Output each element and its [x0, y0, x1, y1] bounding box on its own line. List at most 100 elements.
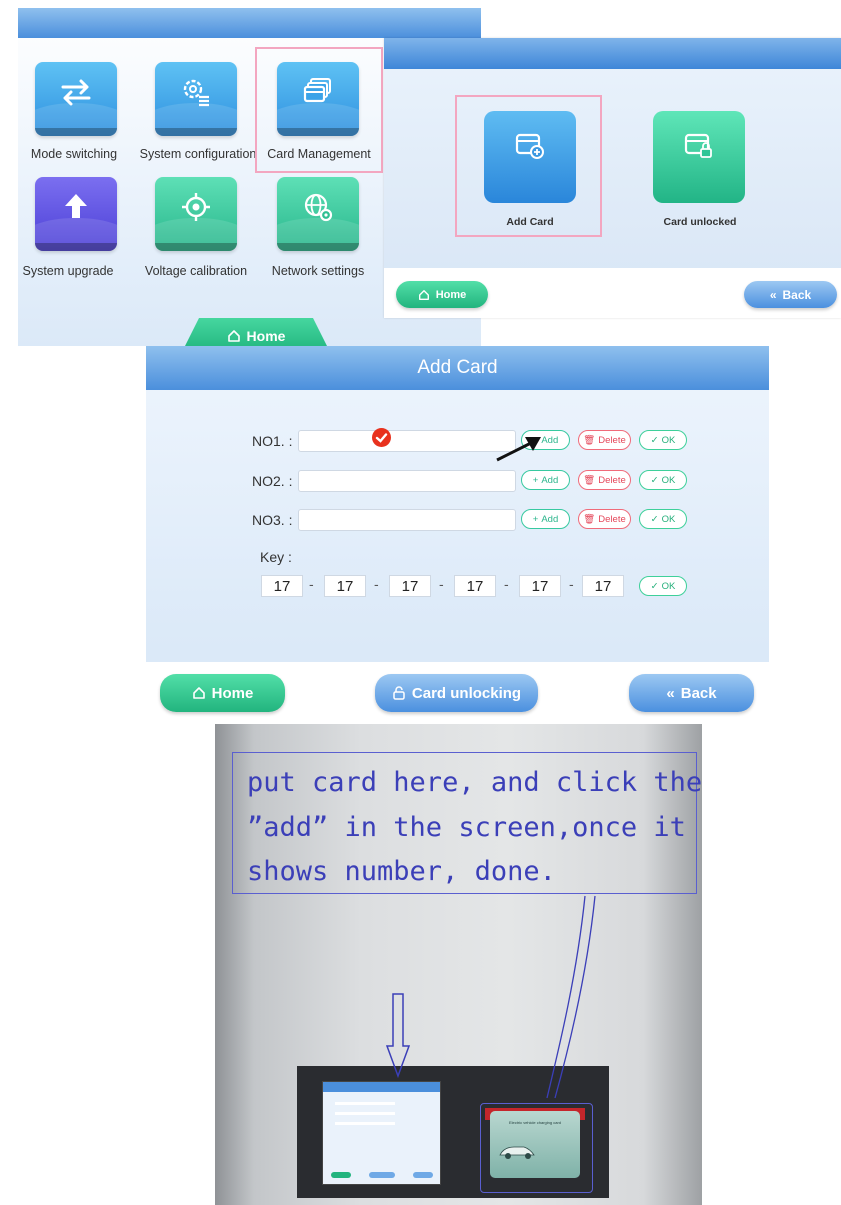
system-upgrade-label: System upgrade [22, 264, 114, 278]
back-button-label: Back [680, 684, 717, 702]
ok-button-no3[interactable]: ✓ OK [639, 509, 687, 529]
card-management-header [384, 38, 841, 69]
pointer-arrow-icon [496, 437, 541, 462]
globe-gear-icon [304, 193, 333, 221]
mode-switching-tile[interactable] [35, 62, 117, 136]
card-number-field-no3[interactable] [298, 509, 516, 531]
swap-arrows-icon [61, 79, 91, 106]
key-field-6[interactable]: 17 [582, 575, 624, 597]
card-management-label: Card Management [267, 147, 371, 161]
key-ok-button[interactable]: ✓ OK [639, 576, 687, 596]
home-button-label: Home [435, 288, 467, 301]
page-title: Add Card [417, 357, 498, 378]
add-card-header: Add Card [146, 346, 769, 390]
card-add-icon [515, 133, 544, 159]
key-separator: - [309, 576, 314, 592]
key-field-4[interactable]: 17 [454, 575, 496, 597]
key-field-3[interactable]: 17 [389, 575, 431, 597]
delete-button-label: Delete [598, 513, 626, 525]
system-configuration-tile[interactable] [155, 62, 237, 136]
card-unlocking-label: Card unlocking [411, 684, 522, 702]
upload-arrow-icon [65, 193, 87, 218]
delete-button-label: Delete [598, 474, 626, 486]
network-settings-tile[interactable] [277, 177, 359, 251]
card-number-field-no2[interactable] [298, 470, 516, 492]
key-field-1[interactable]: 17 [261, 575, 303, 597]
plus-icon: + [532, 474, 539, 486]
gear-list-icon [183, 79, 209, 106]
check-icon: ✓ [650, 580, 659, 592]
card-number-field-no1[interactable] [298, 430, 516, 452]
row-label-no1: NO1. : [252, 433, 293, 449]
pointer-line-icon [546, 895, 596, 1099]
key-separator: - [374, 576, 379, 592]
card-management-tile[interactable] [277, 62, 359, 136]
note-line-1: put card here, and click the [247, 767, 703, 798]
target-icon [182, 192, 210, 221]
unlock-icon [393, 686, 405, 700]
down-arrow-icon [385, 993, 411, 1079]
plus-icon: + [532, 513, 539, 525]
system-configuration-label: System configuration [139, 147, 257, 161]
card-lock-icon [684, 133, 712, 158]
row-label-no2: NO2. : [252, 473, 293, 489]
note-line-3: shows number, done. [247, 856, 556, 887]
ok-button-no1[interactable]: ✓ OK [639, 430, 687, 450]
note-line-2: ”add” in the screen,once it [247, 812, 686, 843]
row-label-no3: NO3. : [252, 512, 293, 528]
card-unlocked-tile[interactable] [653, 111, 745, 203]
key-separator: - [504, 576, 509, 592]
home-button-label: Home [246, 328, 286, 344]
check-icon: ✓ [650, 434, 659, 446]
key-field-2[interactable]: 17 [324, 575, 366, 597]
home-button[interactable]: Home [181, 318, 331, 346]
home-button[interactable]: Home [396, 281, 488, 308]
check-icon: ✓ [650, 474, 659, 486]
add-card-screen: Add Card NO1. : +Add 🗑Delete ✓OK NO2. : … [146, 346, 769, 724]
delete-button-no2[interactable]: 🗑 Delete [578, 470, 631, 490]
delete-button-label: Delete [598, 434, 626, 446]
ok-button-label: OK [661, 513, 676, 525]
card-management-screen: Add Card Card unlocked Home « Back [384, 38, 841, 318]
mode-switching-label: Mode switching [30, 147, 118, 161]
key-label: Key : [260, 549, 292, 565]
trash-icon: 🗑 [583, 474, 596, 486]
add-button-label: Add [541, 474, 559, 486]
back-button[interactable]: « Back [744, 281, 837, 308]
ok-button-label: OK [661, 580, 676, 592]
voltage-calibration-tile[interactable] [155, 177, 237, 251]
double-chevron-left-icon: « [666, 684, 675, 702]
main-menu-header [18, 8, 481, 38]
checkmark-badge-icon [372, 428, 391, 447]
ok-button-label: OK [661, 434, 676, 446]
check-icon: ✓ [650, 513, 659, 525]
home-icon [227, 330, 240, 342]
back-button-label: Back [782, 287, 812, 302]
delete-button-no3[interactable]: 🗑 Delete [578, 509, 631, 529]
home-icon [418, 289, 429, 300]
trash-icon: 🗑 [583, 434, 596, 446]
home-icon [192, 687, 205, 699]
key-separator: - [439, 576, 444, 592]
trash-icon: 🗑 [583, 513, 596, 525]
checkmark-icon [375, 433, 388, 443]
add-button-label: Add [541, 513, 559, 525]
back-button[interactable]: « Back [629, 674, 754, 712]
card-unlocked-label: Card unlocked [663, 216, 737, 228]
ok-button-no2[interactable]: ✓ OK [639, 470, 687, 490]
instruction-note: put card here, and click the ”add” in th… [232, 752, 702, 894]
delete-button-no1[interactable]: 🗑 Delete [578, 430, 631, 450]
add-card-tile[interactable] [484, 111, 576, 203]
system-upgrade-tile[interactable] [35, 177, 117, 251]
network-settings-label: Network settings [271, 264, 365, 278]
key-field-5[interactable]: 17 [519, 575, 561, 597]
double-chevron-left-icon: « [769, 287, 777, 302]
cards-icon [303, 77, 331, 102]
home-button[interactable]: Home [160, 674, 285, 712]
key-separator: - [569, 576, 574, 592]
home-button-label: Home [211, 684, 254, 702]
card-unlocking-button[interactable]: Card unlocking [375, 674, 538, 712]
ok-button-label: OK [661, 474, 676, 486]
add-button-no3[interactable]: + Add [521, 509, 570, 529]
add-button-no2[interactable]: + Add [521, 470, 570, 490]
